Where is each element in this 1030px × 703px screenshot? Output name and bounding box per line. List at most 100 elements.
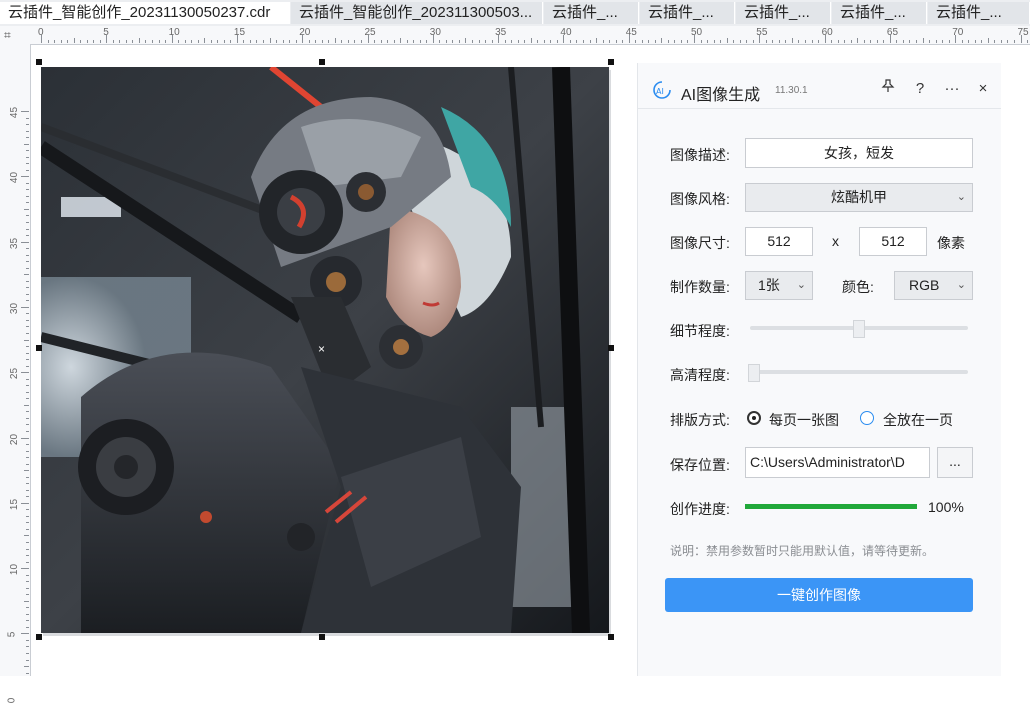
ruler-tick-mark xyxy=(26,476,29,478)
ruler-tick-mark xyxy=(26,385,29,387)
ruler-origin-icon[interactable]: ⌗ xyxy=(4,28,11,43)
layout-option-all-on-one-page[interactable]: 全放在一页 xyxy=(883,410,953,430)
selection-handle[interactable] xyxy=(319,634,325,640)
ruler-tick-mark xyxy=(26,587,29,589)
document-tab[interactable]: 云插件_... xyxy=(928,2,1030,24)
ruler-tick-mark xyxy=(210,40,212,43)
selection-handle[interactable] xyxy=(608,345,614,351)
document-tab[interactable]: 云插件_智能创作_202311300503... xyxy=(291,2,543,24)
progress-percent: 100% xyxy=(928,499,964,515)
more-icon[interactable]: ··· xyxy=(942,79,962,99)
detail-slider-thumb[interactable] xyxy=(853,320,865,338)
close-icon[interactable]: × xyxy=(973,79,993,99)
save-path-input[interactable]: C:\Users\Administrator\D xyxy=(745,447,930,478)
document-tab[interactable]: 云插件_... xyxy=(544,2,639,24)
document-tab[interactable]: 云插件_... xyxy=(736,2,831,24)
ruler-tick-mark xyxy=(772,40,774,43)
ruler-tick-mark xyxy=(863,40,865,43)
color-label: 颜色: xyxy=(842,279,874,295)
ruler-tick-mark xyxy=(26,430,29,432)
ruler-tick-mark xyxy=(596,38,598,43)
layout-radio-all-on-one-page[interactable] xyxy=(860,411,874,425)
browse-button[interactable]: ... xyxy=(937,447,973,478)
chevron-down-icon: ⌄ xyxy=(956,191,966,203)
horizontal-ruler[interactable]: 0 5 10 15 20 25 30 35 40 45 50 55 60 65 70 75 xyxy=(0,26,1030,45)
ruler-tick-mark xyxy=(935,40,937,43)
panel-title: AI图像生成 xyxy=(681,87,761,104)
ruler-tick-mark xyxy=(550,40,552,43)
clarity-label: 高清程度: xyxy=(670,367,730,383)
ruler-tick-mark xyxy=(569,40,571,43)
ruler-tick-mark xyxy=(165,40,167,43)
layout-option-one-per-page[interactable]: 每页一张图 xyxy=(769,410,839,430)
document-tab[interactable]: 云插件_... xyxy=(832,2,927,24)
ruler-tick-mark xyxy=(26,352,29,354)
clarity-slider-track[interactable] xyxy=(750,370,968,374)
ruler-tick-label: 50 xyxy=(691,27,703,38)
ruler-tick-mark xyxy=(419,40,421,43)
ruler-tick-mark xyxy=(26,581,29,583)
selection-handle[interactable] xyxy=(36,345,42,351)
ruler-tick-mark xyxy=(308,40,310,43)
ruler-tick-mark xyxy=(791,38,793,43)
ruler-tick-mark xyxy=(60,40,62,43)
clarity-slider-thumb[interactable] xyxy=(748,364,760,382)
ruler-tick-mark xyxy=(243,40,245,43)
chevron-down-icon: ⌄ xyxy=(956,279,966,291)
ruler-tick-mark xyxy=(818,40,820,43)
ruler-tick-mark xyxy=(24,666,29,668)
vertical-ruler[interactable]: 45 40 35 30 25 20 15 10 5 0 xyxy=(0,44,31,703)
ruler-tick-label: 30 xyxy=(9,302,21,314)
ruler-tick-label: 75 xyxy=(1017,27,1029,38)
style-label: 图像风格: xyxy=(670,191,730,207)
ruler-tick-mark xyxy=(680,40,682,43)
ruler-tick-mark xyxy=(26,333,29,335)
selection-handle[interactable] xyxy=(36,634,42,640)
ruler-tick-mark xyxy=(883,40,885,43)
ruler-tick-mark xyxy=(217,40,219,43)
ruler-tick-mark xyxy=(236,35,238,43)
pin-icon[interactable] xyxy=(878,79,898,99)
ruler-tick-mark xyxy=(380,40,382,43)
ruler-tick-mark xyxy=(524,40,526,43)
progress-bar xyxy=(745,504,917,509)
count-select[interactable]: 1张 ⌄ xyxy=(745,271,813,300)
ruler-tick-mark xyxy=(752,40,754,43)
ruler-tick-mark xyxy=(119,40,121,43)
ruler-tick-mark xyxy=(67,40,69,43)
ruler-tick-mark xyxy=(458,40,460,43)
width-input[interactable]: 512 xyxy=(745,227,813,256)
ruler-tick-mark xyxy=(452,40,454,43)
document-tab[interactable]: 云插件_智能创作_20231130050237.cdr xyxy=(0,2,290,24)
selection-handle[interactable] xyxy=(608,634,614,640)
ruler-tick-mark xyxy=(1007,40,1009,43)
ruler-tick-mark xyxy=(981,40,983,43)
ruler-tick-mark xyxy=(26,594,29,596)
ruler-tick-mark xyxy=(26,411,29,413)
selection-handle[interactable] xyxy=(608,59,614,65)
color-select[interactable]: RGB ⌄ xyxy=(894,271,973,300)
ruler-tick-mark xyxy=(609,40,611,43)
style-select[interactable]: 炫酷机甲 ⌄ xyxy=(745,183,973,212)
ruler-tick-mark xyxy=(543,40,545,43)
ruler-tick-mark xyxy=(26,496,29,498)
create-image-button[interactable]: 一键创作图像 xyxy=(665,578,973,612)
ruler-tick-label: 40 xyxy=(560,27,572,38)
help-icon[interactable]: ? xyxy=(910,79,930,99)
ruler-tick-mark xyxy=(230,40,232,43)
ruler-tick-label: 15 xyxy=(233,27,246,38)
ruler-tick-mark xyxy=(26,228,29,230)
ruler-tick-mark xyxy=(24,274,29,276)
layout-radio-one-per-page[interactable] xyxy=(747,411,761,425)
document-tab[interactable]: 云插件_... xyxy=(640,2,735,24)
ruler-tick-mark xyxy=(171,35,173,43)
description-input[interactable]: 女孩，短发 xyxy=(745,138,973,168)
ruler-tick-mark xyxy=(876,40,878,43)
document-tab-bar: 云插件_智能创作_20231130050237.cdr 云插件_智能创作_202… xyxy=(0,0,1030,27)
height-input[interactable]: 512 xyxy=(859,227,927,256)
ruler-tick-mark xyxy=(26,398,29,400)
ruler-tick-mark xyxy=(26,300,29,302)
selection-handle[interactable] xyxy=(319,59,325,65)
selection-handle[interactable] xyxy=(36,59,42,65)
ruler-tick-mark xyxy=(648,40,650,43)
